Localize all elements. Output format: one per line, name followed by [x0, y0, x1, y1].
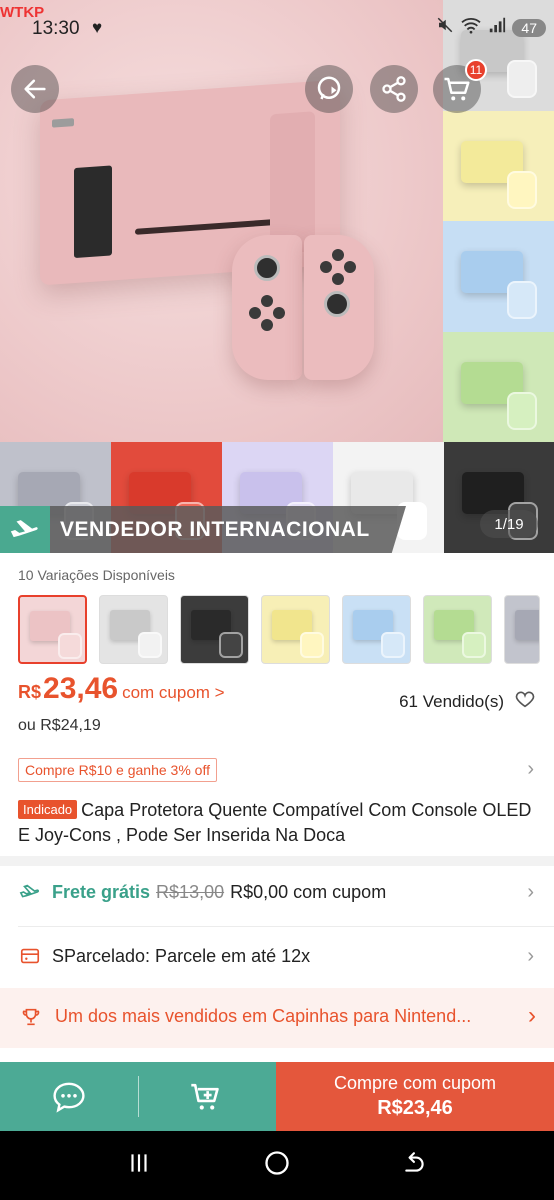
favorite-heart-icon[interactable] [514, 688, 536, 715]
bestseller-row[interactable]: Um dos mais vendidos em Capinhas para Ni… [0, 988, 554, 1048]
cart-button[interactable]: 11 [433, 59, 487, 113]
add-to-cart-button[interactable] [138, 1062, 276, 1131]
international-seller-banner: VENDEDOR INTERNACIONAL [0, 506, 406, 553]
installments-label: SParcelado: Parcele em até 12x [52, 945, 311, 966]
coupon-link[interactable]: com cupom > [122, 683, 225, 703]
heart-icon: ♥ [92, 18, 103, 37]
whatsapp-share-button[interactable] [305, 65, 353, 113]
row-separator [18, 926, 554, 927]
price-value: 23,46 [43, 672, 119, 705]
right-joycon-illustration [304, 235, 374, 380]
credit-card-icon [18, 944, 42, 968]
price-block: R$ 23,46 com cupom > [18, 672, 225, 706]
whatsapp-icon [317, 76, 341, 100]
main-product-image[interactable] [0, 0, 443, 442]
chevron-right-icon: › [528, 1002, 536, 1029]
airplane-icon [18, 880, 42, 904]
bottom-action-bar: Compre com cupom R$23,46 [0, 1062, 554, 1131]
variant-selector [18, 595, 540, 664]
image-counter: 1/19 [480, 510, 538, 538]
chevron-right-icon[interactable]: › [527, 945, 534, 968]
chevron-right-icon[interactable]: › [527, 758, 534, 781]
free-shipping-label: Frete grátis [52, 881, 151, 902]
airplane-icon [0, 506, 50, 553]
wifi-icon [460, 16, 482, 39]
arrow-left-icon [24, 79, 46, 99]
sold-count: 61 Vendido(s) [399, 688, 536, 715]
chat-button[interactable] [0, 1062, 138, 1131]
installments-row[interactable]: SParcelado: Parcele em até 12x [18, 944, 538, 968]
buy-button-label: Compre com cupom [333, 1073, 497, 1093]
cart-count-badge: 11 [465, 59, 487, 81]
new-shipping-price: R$0,00 com cupom [230, 881, 387, 902]
variant-option-pink[interactable] [18, 595, 87, 664]
variant-option-blue[interactable] [342, 595, 411, 664]
variant-option-slate[interactable] [504, 595, 540, 664]
status-bar: WTKP 13:30 ♥ 47 [0, 0, 554, 58]
price-currency: R$ [18, 682, 42, 702]
back-button[interactable] [11, 65, 59, 113]
buy-button-price: R$23,46 [377, 1097, 453, 1119]
buy-with-coupon-button[interactable]: Compre com cupom R$23,46 [276, 1062, 554, 1131]
product-title: Indicado Capa Protetora Quente Compatível… [18, 797, 538, 848]
section-divider [0, 856, 554, 866]
bestseller-label: Um dos mais vendidos em Capinhas para Ni… [55, 1006, 472, 1026]
international-seller-label: VENDEDOR INTERNACIONAL [50, 506, 406, 553]
share-button[interactable] [370, 65, 418, 113]
trophy-icon [20, 1006, 42, 1033]
cart-icon [444, 77, 470, 101]
left-joycon-illustration [232, 235, 302, 380]
status-time: 13:30 [32, 18, 80, 39]
recent-apps-icon[interactable] [126, 1150, 152, 1181]
recommended-tag: Indicado [18, 800, 78, 819]
product-gallery[interactable]: WTKP 13:30 ♥ 47 11 VENDEDOR INTERNACIONA… [0, 0, 554, 553]
variant-option-gray[interactable] [99, 595, 168, 664]
product-title-text: Capa Protetora Quente Compatível Com Con… [18, 800, 532, 845]
promo-badge[interactable]: Compre R$10 e ganhe 3% off [18, 758, 217, 782]
chevron-right-icon[interactable]: › [527, 881, 534, 904]
variant-option-black[interactable] [180, 595, 249, 664]
back-nav-icon[interactable] [402, 1150, 428, 1181]
system-navigation-bar [0, 1131, 554, 1200]
shipping-row[interactable]: Frete grátis R$13,00 R$0,00 com cupom [18, 880, 538, 904]
sold-count-label: 61 Vendido(s) [399, 691, 504, 711]
battery-indicator: 47 [512, 18, 546, 37]
home-icon[interactable] [263, 1149, 291, 1182]
share-icon [382, 76, 406, 102]
variant-option-yellow[interactable] [261, 595, 330, 664]
mute-icon [436, 16, 454, 39]
gallery-thumbnail[interactable] [443, 221, 554, 332]
alternative-price: ou R$24,19 [18, 717, 101, 734]
variant-option-green[interactable] [423, 595, 492, 664]
signal-icon [488, 16, 506, 39]
chat-icon [53, 1082, 85, 1113]
variants-title: 10 Variações Disponíveis [18, 567, 175, 583]
gallery-thumbnail[interactable] [443, 331, 554, 442]
gallery-thumbnail[interactable] [443, 110, 554, 221]
old-shipping-price: R$13,00 [156, 881, 225, 902]
add-to-cart-icon [191, 1083, 219, 1110]
